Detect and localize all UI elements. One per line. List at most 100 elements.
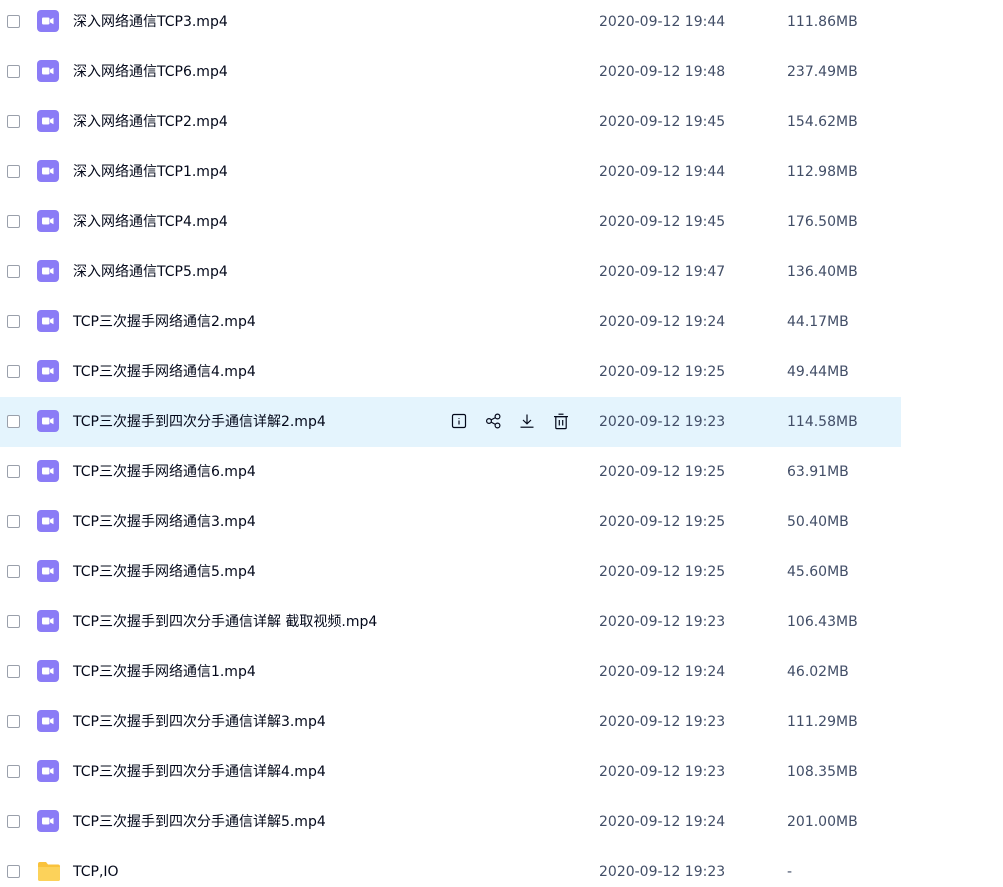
file-name[interactable]: TCP三次握手到四次分手通信详解4.mp4 (73, 747, 326, 797)
trash-icon (553, 413, 569, 430)
file-row[interactable]: 深入网络通信TCP3.mp4 2020-09-12 19:44 111.86MB (0, 0, 901, 47)
file-size: 114.58MB (787, 414, 858, 430)
file-size: 50.40MB (787, 514, 849, 530)
file-size: 201.00MB (787, 814, 858, 830)
row-checkbox[interactable] (7, 365, 20, 378)
row-checkbox[interactable] (7, 715, 20, 728)
file-row[interactable]: TCP三次握手网络通信4.mp4 2020-09-12 19:25 49.44MB (0, 347, 901, 397)
file-size: 154.62MB (787, 114, 858, 130)
row-actions (449, 410, 585, 432)
file-row[interactable]: 深入网络通信TCP4.mp4 2020-09-12 19:45 176.50MB (0, 197, 901, 247)
file-row[interactable]: TCP三次握手到四次分手通信详解2.mp4 2020-09-12 19:23 114… (0, 397, 901, 447)
file-name[interactable]: TCP三次握手网络通信3.mp4 (73, 497, 256, 547)
file-row[interactable]: 深入网络通信TCP1.mp4 2020-09-12 19:44 112.98MB (0, 147, 901, 197)
row-checkbox[interactable] (7, 215, 20, 228)
details-button[interactable] (449, 411, 469, 431)
video-file-icon (37, 460, 59, 482)
file-name[interactable]: 深入网络通信TCP2.mp4 (73, 97, 228, 147)
modified-date: 2020-09-12 19:25 (599, 514, 726, 530)
video-file-icon (37, 10, 59, 32)
modified-date: 2020-09-12 19:44 (599, 14, 726, 30)
file-row[interactable]: TCP三次握手到四次分手通信详解 截取视频.mp4 2020-09-12 19:2… (0, 597, 901, 647)
share-button[interactable] (483, 411, 503, 431)
file-size: 136.40MB (787, 264, 858, 280)
file-row[interactable]: 深入网络通信TCP2.mp4 2020-09-12 19:45 154.62MB (0, 97, 901, 147)
file-row[interactable]: TCP三次握手网络通信3.mp4 2020-09-12 19:25 50.40MB (0, 497, 901, 547)
info-icon (451, 413, 467, 429)
file-size: 237.49MB (787, 64, 858, 80)
row-checkbox[interactable] (7, 565, 20, 578)
row-checkbox[interactable] (7, 665, 20, 678)
row-checkbox[interactable] (7, 165, 20, 178)
file-name[interactable]: TCP三次握手网络通信1.mp4 (73, 647, 256, 697)
video-file-icon (37, 160, 59, 182)
file-name[interactable]: TCP三次握手网络通信5.mp4 (73, 547, 256, 597)
modified-date: 2020-09-12 19:24 (599, 814, 726, 830)
file-size: 106.43MB (787, 614, 858, 630)
file-row[interactable]: TCP三次握手到四次分手通信详解5.mp4 2020-09-12 19:24 201… (0, 797, 901, 847)
row-checkbox[interactable] (7, 415, 20, 428)
video-file-icon (37, 310, 59, 332)
file-name[interactable]: 深入网络通信TCP5.mp4 (73, 247, 228, 297)
video-file-icon (37, 760, 59, 782)
modified-date: 2020-09-12 19:24 (599, 314, 726, 330)
modified-date: 2020-09-12 19:47 (599, 264, 726, 280)
video-file-icon (37, 810, 59, 832)
file-name[interactable]: TCP三次握手到四次分手通信详解5.mp4 (73, 797, 326, 847)
download-button[interactable] (517, 411, 537, 431)
download-icon (519, 413, 535, 429)
modified-date: 2020-09-12 19:24 (599, 664, 726, 680)
modified-date: 2020-09-12 19:23 (599, 414, 726, 430)
video-file-icon (37, 610, 59, 632)
file-size: 176.50MB (787, 214, 858, 230)
row-checkbox[interactable] (7, 465, 20, 478)
row-checkbox[interactable] (7, 765, 20, 778)
file-row[interactable]: TCP三次握手网络通信6.mp4 2020-09-12 19:25 63.91MB (0, 447, 901, 497)
row-checkbox[interactable] (7, 65, 20, 78)
file-row[interactable]: TCP三次握手到四次分手通信详解3.mp4 2020-09-12 19:23 111… (0, 697, 901, 747)
row-checkbox[interactable] (7, 815, 20, 828)
file-size: 44.17MB (787, 314, 849, 330)
modified-date: 2020-09-12 19:48 (599, 64, 726, 80)
file-name[interactable]: 深入网络通信TCP3.mp4 (73, 0, 228, 47)
file-size: - (787, 864, 793, 880)
row-checkbox[interactable] (7, 515, 20, 528)
file-name[interactable]: 深入网络通信TCP6.mp4 (73, 47, 228, 97)
file-name[interactable]: TCP三次握手网络通信4.mp4 (73, 347, 256, 397)
file-row[interactable]: 深入网络通信TCP5.mp4 2020-09-12 19:47 136.40MB (0, 247, 901, 297)
file-name[interactable]: TCP三次握手网络通信6.mp4 (73, 447, 256, 497)
file-name[interactable]: TCP三次握手网络通信2.mp4 (73, 297, 256, 347)
file-row[interactable]: TCP三次握手到四次分手通信详解4.mp4 2020-09-12 19:23 108… (0, 747, 901, 797)
row-checkbox[interactable] (7, 615, 20, 628)
file-row[interactable]: TCP三次握手网络通信1.mp4 2020-09-12 19:24 46.02MB (0, 647, 901, 697)
video-file-icon (37, 510, 59, 532)
row-checkbox[interactable] (7, 865, 20, 878)
file-name[interactable]: TCP三次握手到四次分手通信详解 截取视频.mp4 (73, 597, 377, 647)
file-name[interactable]: TCP三次握手到四次分手通信详解2.mp4 (73, 397, 326, 447)
file-row[interactable]: TCP三次握手网络通信5.mp4 2020-09-12 19:25 45.60MB (0, 547, 901, 597)
file-name[interactable]: 深入网络通信TCP1.mp4 (73, 147, 228, 197)
folder-row[interactable]: TCP,IO 2020-09-12 19:23 - (0, 847, 901, 887)
modified-date: 2020-09-12 19:23 (599, 764, 726, 780)
row-checkbox[interactable] (7, 115, 20, 128)
file-size: 46.02MB (787, 664, 849, 680)
file-name[interactable]: TCP,IO (73, 847, 119, 887)
row-checkbox[interactable] (7, 265, 20, 278)
row-checkbox[interactable] (7, 15, 20, 28)
modified-date: 2020-09-12 19:25 (599, 564, 726, 580)
modified-date: 2020-09-12 19:25 (599, 364, 726, 380)
file-name[interactable]: 深入网络通信TCP4.mp4 (73, 197, 228, 247)
video-file-icon (37, 660, 59, 682)
file-row[interactable]: 深入网络通信TCP6.mp4 2020-09-12 19:48 237.49MB (0, 47, 901, 97)
video-file-icon (37, 60, 59, 82)
file-list: 深入网络通信TCP3.mp4 2020-09-12 19:44 111.86MB 深入… (0, 0, 901, 887)
video-file-icon (37, 710, 59, 732)
file-row[interactable]: TCP三次握手网络通信2.mp4 2020-09-12 19:24 44.17MB (0, 297, 901, 347)
video-file-icon (37, 260, 59, 282)
delete-button[interactable] (551, 411, 571, 431)
file-name[interactable]: TCP三次握手到四次分手通信详解3.mp4 (73, 697, 326, 747)
share-icon (485, 413, 502, 429)
row-checkbox[interactable] (7, 315, 20, 328)
modified-date: 2020-09-12 19:45 (599, 214, 726, 230)
file-size: 63.91MB (787, 464, 849, 480)
